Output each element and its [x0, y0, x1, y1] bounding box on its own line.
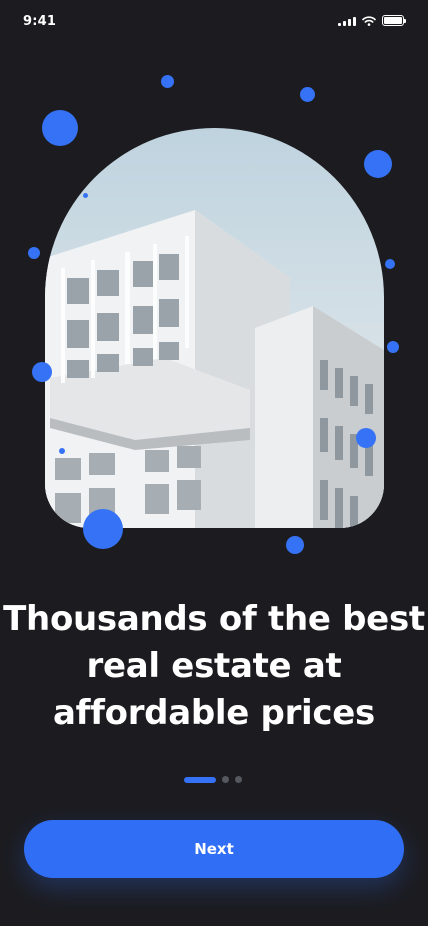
page-indicator: [184, 776, 242, 783]
signal-icon: [338, 16, 356, 26]
decor-dot: [161, 75, 174, 88]
decor-dot: [83, 193, 88, 198]
onboarding-headline: Thousands of the best real estate at aff…: [3, 599, 425, 733]
decor-dot: [356, 428, 376, 448]
decor-dot: [364, 150, 392, 178]
battery-icon: [382, 15, 406, 26]
status-icons: [338, 15, 406, 26]
hero-building-photo: [45, 128, 384, 528]
status-time: 9:41: [23, 14, 57, 29]
decor-dot: [286, 536, 304, 554]
decor-dot: [385, 259, 395, 269]
page-indicator-active: [184, 776, 216, 783]
decor-dot: [83, 509, 123, 549]
decor-dot: [300, 87, 315, 102]
building-illustration: [45, 210, 384, 528]
page-indicator-dot: [235, 776, 242, 783]
status-bar: 9:41: [0, 0, 428, 44]
decor-dot: [42, 110, 78, 146]
decor-dot: [387, 341, 399, 353]
decor-dot: [28, 247, 40, 259]
decor-dot: [59, 448, 65, 454]
page-indicator-dot: [222, 776, 229, 783]
decor-dot: [32, 362, 52, 382]
next-button[interactable]: Next: [24, 820, 404, 878]
wifi-icon: [362, 15, 376, 26]
